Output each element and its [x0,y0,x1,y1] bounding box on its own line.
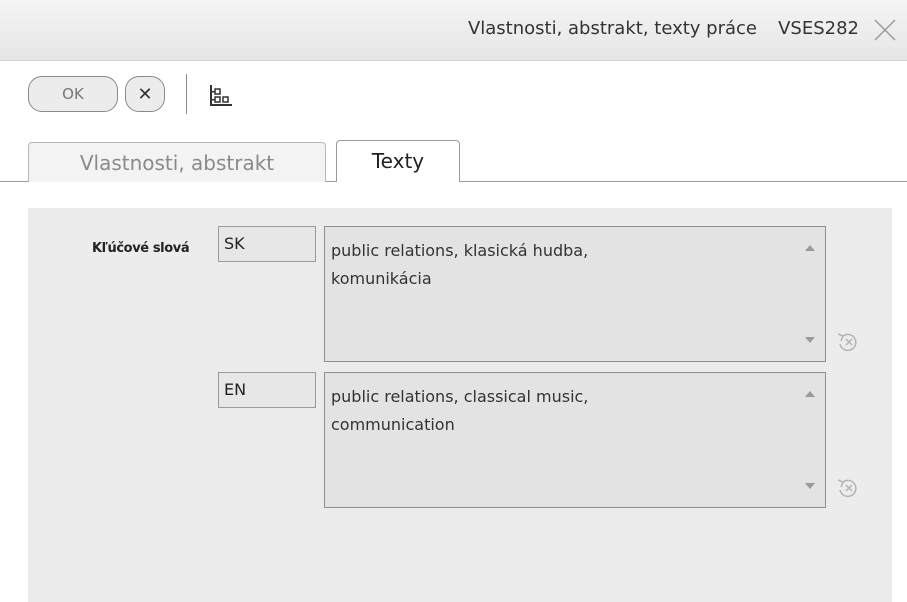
keywords-en-textarea[interactable]: public relations, classical music, commu… [324,372,826,508]
scroll-up-icon[interactable] [805,245,815,251]
scroll-down-icon[interactable] [805,337,815,343]
keywords-sk-text: public relations, klasická hudba, komuni… [331,241,589,288]
cancel-button[interactable]: ✕ [125,76,165,112]
toolbar: OK ✕ [0,60,907,136]
scroll-up-icon[interactable] [805,391,815,397]
reset-icon[interactable] [834,476,862,500]
toolbar-separator [186,74,187,114]
tab-bar: Vlastnosti, abstrakt Texty [0,136,907,182]
hierarchy-icon[interactable] [208,84,234,108]
ok-button[interactable]: OK [28,76,118,112]
reset-icon[interactable] [834,330,862,354]
keywords-sk-textarea[interactable]: public relations, klasická hudba, komuni… [324,226,826,362]
window-titlebar: Vlastnosti, abstrakt, texty práce VSES28… [0,0,907,61]
window-code: VSES282 [778,18,859,39]
language-field-sk[interactable]: SK [218,226,316,262]
window-title: Vlastnosti, abstrakt, texty práce [467,18,757,39]
close-icon[interactable] [871,16,899,44]
tab-texty[interactable]: Texty [336,140,460,182]
language-field-en[interactable]: EN [218,372,316,408]
keywords-label: Kľúčové slová [92,241,190,256]
tab-vlastnosti-abstrakt[interactable]: Vlastnosti, abstrakt [28,142,326,182]
keywords-en-text: public relations, classical music, commu… [331,387,589,434]
scroll-down-icon[interactable] [805,483,815,489]
